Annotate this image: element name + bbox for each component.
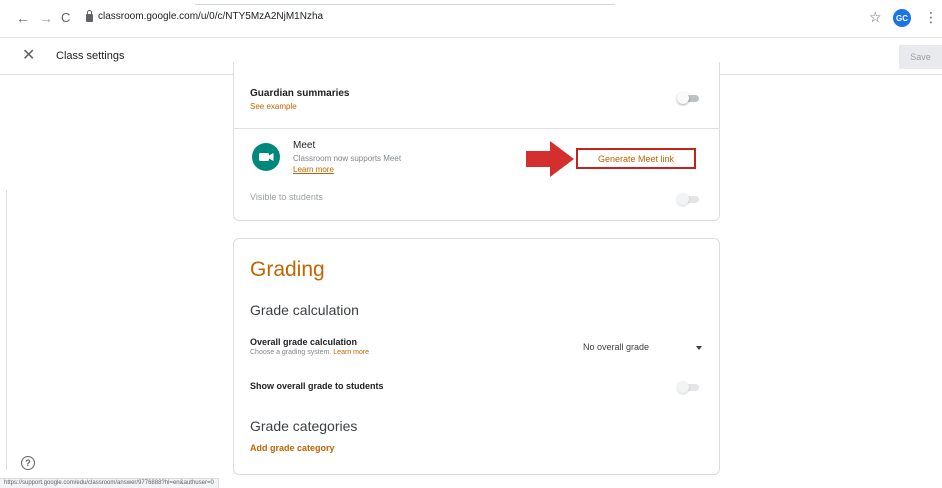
meet-learn-more-link[interactable]: Learn more xyxy=(293,165,334,174)
meet-title: Meet xyxy=(293,140,316,151)
browser-menu-icon[interactable]: ⋮ xyxy=(924,9,938,26)
meet-icon xyxy=(252,143,280,171)
forward-icon[interactable]: → xyxy=(39,10,53,26)
guardian-summaries-toggle[interactable] xyxy=(677,92,701,104)
save-button[interactable]: Save xyxy=(899,45,942,69)
left-divider xyxy=(6,190,7,470)
status-bar-url: https://support.google.com/edu/classroom… xyxy=(0,478,219,488)
overall-grade-learn-more-link[interactable]: Learn more xyxy=(333,349,369,356)
help-icon[interactable]: ? xyxy=(21,456,35,470)
visible-to-students-label: Visible to students xyxy=(250,192,323,202)
close-icon[interactable]: ✕ xyxy=(22,48,35,64)
lock-icon xyxy=(86,9,93,22)
generate-meet-link-button[interactable]: Generate Meet link xyxy=(576,148,696,169)
tab-strip-line xyxy=(195,4,615,5)
grading-title: Grading xyxy=(250,258,325,281)
divider xyxy=(233,128,720,129)
meet-subtitle: Classroom now supports Meet xyxy=(293,154,402,163)
page-title: Class settings xyxy=(56,50,125,62)
browser-toolbar: ← → C classroom.google.com/u/0/c/NTY5MzA… xyxy=(0,0,942,38)
toggle-knob xyxy=(677,92,689,104)
guardian-summaries-title: Guardian summaries xyxy=(250,88,350,99)
grade-calculation-heading: Grade calculation xyxy=(250,302,359,318)
show-overall-grade-label: Show overall grade to students xyxy=(250,381,384,391)
back-icon[interactable]: ← xyxy=(16,10,30,26)
overall-grade-select[interactable]: No overall grade xyxy=(583,342,649,352)
chevron-down-icon[interactable] xyxy=(696,346,702,350)
overall-grade-description: Choose a grading system. Learn more xyxy=(250,349,369,356)
overall-grade-desc-text: Choose a grading system. xyxy=(250,349,332,356)
visible-to-students-toggle[interactable] xyxy=(677,193,701,205)
address-bar[interactable]: classroom.google.com/u/0/c/NTY5MzA2NjM1N… xyxy=(86,9,323,22)
address-url[interactable]: classroom.google.com/u/0/c/NTY5MzA2NjM1N… xyxy=(98,11,323,22)
overall-grade-calculation-title: Overall grade calculation xyxy=(250,337,358,347)
reload-icon[interactable]: C xyxy=(61,10,70,26)
profile-avatar[interactable]: GC xyxy=(893,9,911,27)
see-example-link[interactable]: See example xyxy=(250,102,297,111)
red-arrow-icon xyxy=(526,141,574,177)
add-grade-category-link[interactable]: Add grade category xyxy=(250,443,335,453)
tab-strip xyxy=(0,0,942,6)
bookmark-star-icon[interactable]: ☆ xyxy=(869,9,882,26)
grade-categories-heading: Grade categories xyxy=(250,418,358,434)
toggle-knob xyxy=(677,193,689,205)
show-overall-grade-toggle[interactable] xyxy=(677,381,701,393)
toggle-knob xyxy=(677,381,689,393)
